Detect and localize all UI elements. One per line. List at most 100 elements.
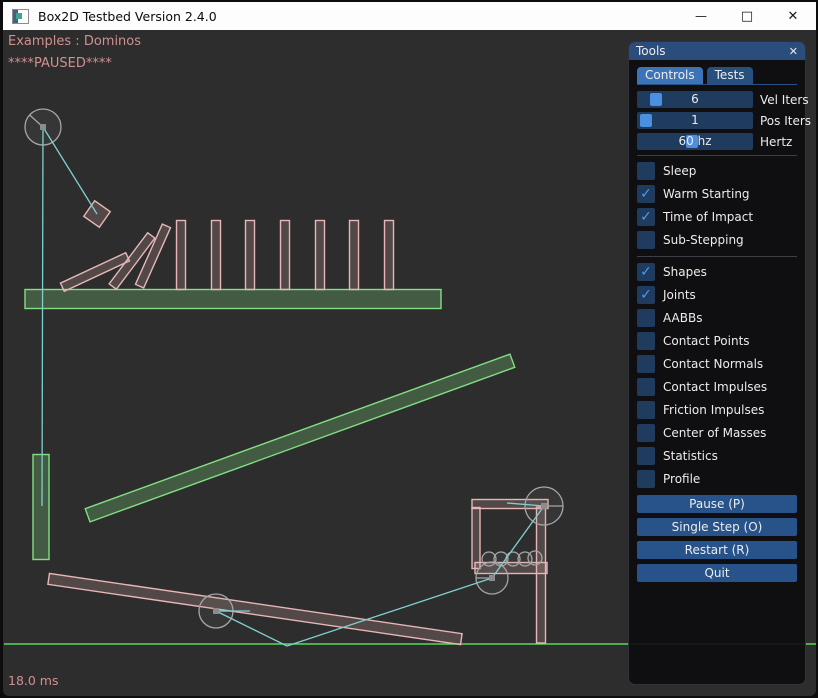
window-controls: —□✕ — [678, 2, 816, 30]
domino-platform — [25, 290, 441, 309]
example-label: Examples : Dominos — [8, 34, 141, 49]
tab-bar: ControlsTests — [637, 67, 797, 85]
check-row-sleep: Sleep — [637, 159, 797, 182]
slider-value: 60 hz — [637, 133, 753, 150]
check-row-joints: ✓ Joints — [637, 283, 797, 306]
checkbox-shapes[interactable]: ✓ — [637, 263, 655, 281]
shelf-ball-5 — [528, 551, 542, 565]
anchor-pulley-bottom — [489, 575, 495, 581]
check-row-contact-normals: Contact Normals — [637, 352, 797, 375]
check-row-friction-impulses: Friction Impulses — [637, 398, 797, 421]
tools-panel-body: ControlsTests 6Vel Iters 1Pos Iters 60 hz H… — [629, 60, 805, 582]
slider-vel-iters[interactable]: 6 — [637, 91, 753, 108]
check-label: Joints — [663, 288, 696, 302]
titlebar[interactable]: Box2D Testbed Version 2.4.0 —□✕ — [3, 2, 816, 30]
close-button[interactable]: ✕ — [770, 2, 816, 30]
separator — [637, 155, 797, 156]
slider-label: Pos Iters — [760, 114, 811, 128]
checkbox-statistics[interactable] — [637, 447, 655, 465]
slider-label: Vel Iters — [760, 93, 809, 107]
check-row-warm-starting: ✓ Warm Starting — [637, 182, 797, 205]
button-single-step-o[interactable]: Single Step (O) — [637, 518, 797, 536]
box2d-testbed-window: { "window": { "title": "Box2D Testbed Ve… — [0, 0, 818, 698]
standing-domino-5 — [316, 221, 325, 290]
check-row-sub-stepping: Sub-Stepping — [637, 228, 797, 251]
maximize-button[interactable]: □ — [724, 2, 770, 30]
checkbox-sub-stepping[interactable] — [637, 231, 655, 249]
check-label: Time of Impact — [663, 210, 753, 224]
checkbox-contact-points[interactable] — [637, 332, 655, 350]
standing-domino-1 — [177, 221, 186, 290]
slider-hertz[interactable]: 60 hz — [637, 133, 753, 150]
checkbox-profile[interactable] — [637, 470, 655, 488]
joint-pendulum-vertical — [42, 127, 43, 506]
checkbox-time-of-impact[interactable]: ✓ — [637, 208, 655, 226]
anchor-seesaw — [213, 608, 219, 614]
slider-pos-iters[interactable]: 1 — [637, 112, 753, 129]
check-row-contact-impulses: Contact Impulses — [637, 375, 797, 398]
standing-domino-6 — [350, 221, 359, 290]
checkbox-contact-normals[interactable] — [637, 355, 655, 373]
separator — [637, 256, 797, 257]
slider-group: 6Vel Iters 1Pos Iters 60 hz Hertz — [637, 91, 797, 150]
anchor-pendulum — [40, 124, 46, 130]
check-row-profile: Profile — [637, 467, 797, 490]
slider-row-vel-iters: 6Vel Iters — [637, 91, 797, 108]
checkbox-aabbs[interactable] — [637, 309, 655, 327]
check-label: Warm Starting — [663, 187, 750, 201]
check-label: Contact Normals — [663, 357, 763, 371]
standing-domino-2 — [212, 221, 221, 290]
tools-panel: Tools ✕ ControlsTests 6Vel Iters1Pos Ite… — [628, 41, 806, 685]
button-quit[interactable]: Quit — [637, 564, 797, 582]
check-row-center-of-masses: Center of Masses — [637, 421, 797, 444]
checkbox-contact-impulses[interactable] — [637, 378, 655, 396]
check-label: Statistics — [663, 449, 718, 463]
vertical-green-post — [33, 455, 49, 560]
check-label: Contact Points — [663, 334, 750, 348]
checkbox-joints[interactable]: ✓ — [637, 286, 655, 304]
checkbox-warm-starting[interactable]: ✓ — [637, 185, 655, 203]
tools-close-icon[interactable]: ✕ — [789, 46, 798, 57]
app-icon-detail — [16, 13, 22, 19]
slider-row-hertz: 60 hz Hertz — [637, 133, 797, 150]
anchor-pulley-top — [541, 503, 547, 509]
check-label: Sleep — [663, 164, 696, 178]
check-label: Shapes — [663, 265, 707, 279]
check-row-statistics: Statistics — [637, 444, 797, 467]
button-group: Pause (P) Single Step (O) Restart (R) Quit — [637, 495, 797, 582]
frame-left-post — [472, 508, 480, 569]
slider-value: 6 — [637, 91, 753, 108]
paused-label: ****PAUSED**** — [8, 56, 112, 71]
checkbox-friction-impulses[interactable] — [637, 401, 655, 419]
slider-row-pos-iters: 1Pos Iters — [637, 112, 797, 129]
standing-domino-3 — [246, 221, 255, 290]
tab-tests[interactable]: Tests — [707, 67, 753, 84]
slider-value: 1 — [637, 112, 753, 129]
joint-pendulum-diagonal — [43, 127, 97, 214]
slider-label: Hertz — [760, 135, 792, 149]
check-row-aabbs: AABBs — [637, 306, 797, 329]
checkbox-groups: Sleep ✓ Warm Starting ✓ Time of Impact Sub-St… — [637, 159, 797, 490]
tools-panel-title: Tools — [636, 44, 666, 58]
tab-controls[interactable]: Controls — [637, 67, 703, 84]
button-pause-p[interactable]: Pause (P) — [637, 495, 797, 513]
minimize-button[interactable]: — — [678, 2, 724, 30]
check-label: Sub-Stepping — [663, 233, 744, 247]
standing-domino-7 — [385, 221, 394, 290]
tools-panel-titlebar[interactable]: Tools ✕ — [629, 42, 805, 60]
check-label: Contact Impulses — [663, 380, 767, 394]
angled-green-plank — [85, 354, 515, 522]
frame-time-label: 18.0 ms — [8, 673, 59, 688]
check-label: AABBs — [663, 311, 702, 325]
check-row-contact-points: Contact Points — [637, 329, 797, 352]
checkbox-center-of-masses[interactable] — [637, 424, 655, 442]
standing-domino-4 — [281, 221, 290, 290]
check-row-time-of-impact: ✓ Time of Impact — [637, 205, 797, 228]
check-label: Center of Masses — [663, 426, 766, 440]
check-label: Friction Impulses — [663, 403, 764, 417]
app-icon — [12, 9, 29, 24]
frame-right-post — [537, 507, 546, 643]
button-restart-r[interactable]: Restart (R) — [637, 541, 797, 559]
checkbox-sleep[interactable] — [637, 162, 655, 180]
window-title: Box2D Testbed Version 2.4.0 — [38, 9, 217, 24]
